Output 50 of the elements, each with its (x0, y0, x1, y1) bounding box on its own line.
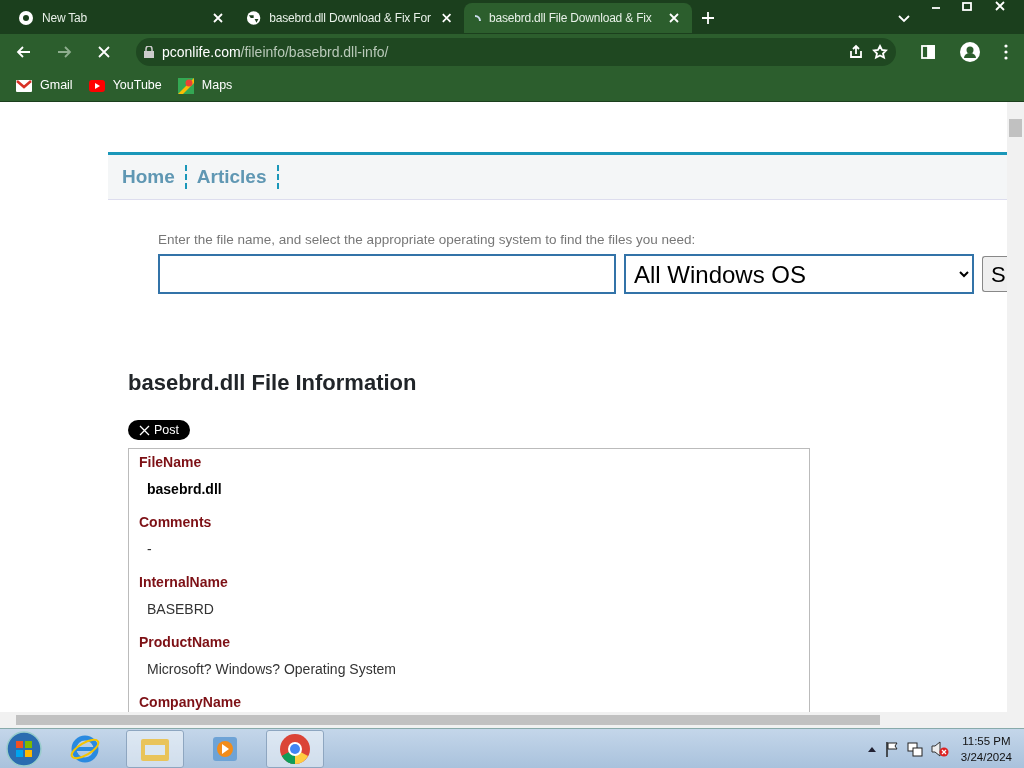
field-value: basebrd.dll (147, 480, 223, 500)
media-player-icon (212, 735, 238, 762)
browser-tab[interactable]: basebrd.dll File Download & Fix (464, 3, 692, 33)
file-name-field[interactable] (158, 254, 616, 295)
field-label: InternalName (139, 573, 229, 593)
bookmark[interactable]: Gmail (16, 76, 73, 95)
star-icon[interactable] (872, 44, 888, 60)
bookmark[interactable]: YouTube (88, 76, 162, 95)
search-button[interactable]: S (982, 256, 1007, 293)
field-value: - (147, 540, 153, 560)
field-label: ProductName (139, 633, 232, 653)
loading-icon (474, 14, 481, 22)
side-panel-icon[interactable] (920, 44, 936, 60)
browser-tab[interactable]: basebrd.dll Download & Fix For (236, 3, 464, 33)
x-logo-icon (139, 424, 150, 436)
bookmark[interactable]: Maps (177, 76, 233, 95)
field-label: Comments (139, 513, 213, 533)
forward-icon[interactable] (56, 44, 72, 60)
stop-icon[interactable] (96, 44, 112, 60)
field-label: CompanyName (139, 693, 242, 712)
post-button[interactable]: Post (128, 420, 190, 441)
share-icon[interactable] (848, 44, 864, 60)
page-heading: basebrd.dll File Information (128, 369, 418, 398)
profile-icon[interactable] (960, 42, 980, 62)
menu-icon[interactable] (1004, 44, 1008, 60)
plus-icon[interactable] (700, 9, 716, 26)
play-icon (88, 79, 105, 92)
field-value: Microsoft? Windows? Operating System (147, 660, 397, 680)
lock-icon (144, 46, 154, 58)
address-bar[interactable]: pconlife.com/fileinfo/basebrd.dll-info/ (136, 38, 896, 66)
clock[interactable]: 11:55 PM 3/24/2024 (960, 732, 1012, 765)
browser-tab[interactable]: New Tab (8, 3, 236, 33)
e-logo-icon (70, 733, 100, 764)
vertical-scrollbar[interactable] (1007, 102, 1024, 712)
back-icon[interactable] (16, 44, 32, 60)
os-dropdown[interactable]: All Windows OS (624, 254, 974, 295)
muted-speaker-icon[interactable] (930, 740, 949, 757)
horizontal-scrollbar[interactable] (0, 712, 1024, 728)
flag-icon[interactable] (884, 740, 899, 757)
chrome-icon (18, 10, 34, 26)
chrome-icon (279, 732, 311, 765)
search-hint: Enter the file name, and select the appropriate operating system to find the files you need: (158, 231, 697, 249)
taskbar-button[interactable] (266, 729, 324, 768)
network-icon[interactable] (906, 740, 923, 757)
map-pin-icon (177, 77, 194, 94)
globe-icon (246, 10, 262, 26)
field-label: FileName (139, 453, 203, 473)
field-value: BASEBRD (147, 600, 215, 620)
start-button[interactable] (4, 729, 44, 768)
mail-icon (16, 79, 32, 92)
